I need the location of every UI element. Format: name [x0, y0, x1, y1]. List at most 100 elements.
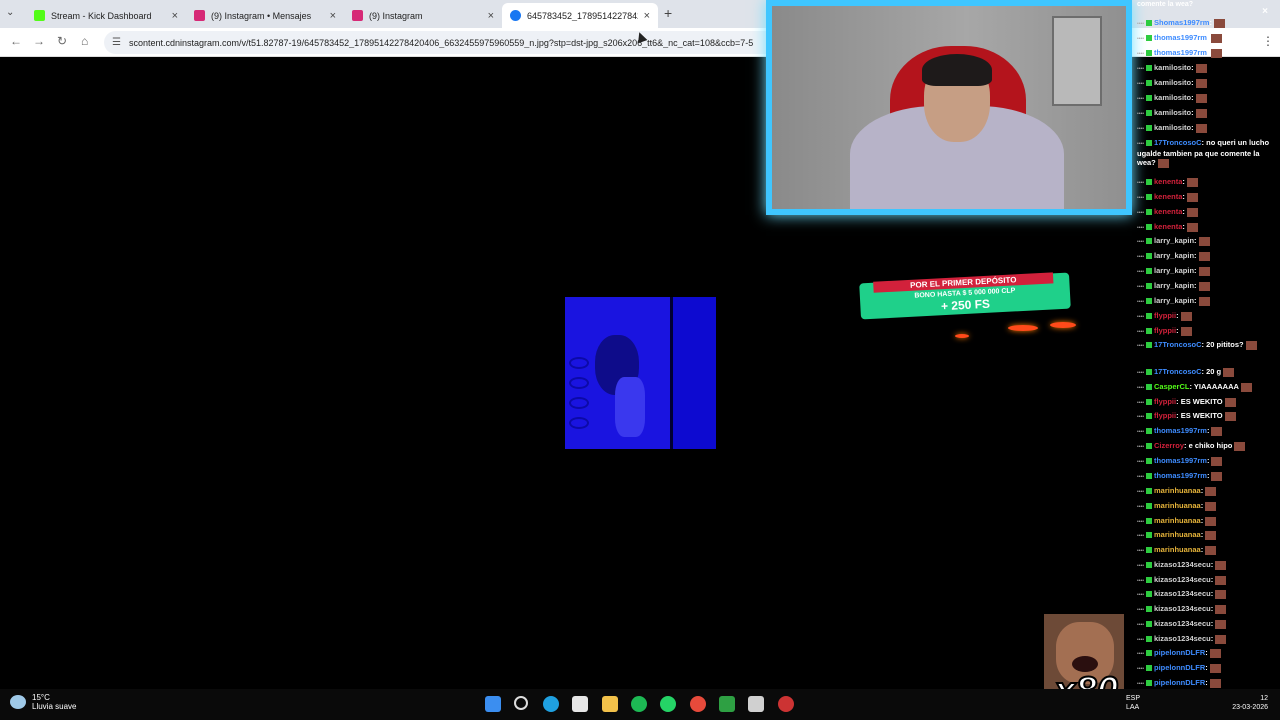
badge-icon — [1146, 20, 1153, 27]
chat-username[interactable]: kizaso1234secu — [1154, 560, 1211, 569]
chat-username[interactable]: flyppii — [1154, 397, 1176, 406]
emote-icon — [1195, 108, 1207, 118]
tab-instagram-mensajes[interactable]: (9) Instagram • Mensajes × — [186, 3, 344, 28]
chat-username[interactable]: kizaso1234secu — [1154, 589, 1211, 598]
chat-message: •••• kamilosito: — [1137, 93, 1277, 104]
chrome-icon[interactable] — [690, 696, 706, 712]
chat-username[interactable]: Shomas1997rm — [1154, 18, 1209, 27]
chat-message: •••• marinhuanaa: — [1137, 545, 1277, 556]
xbox-icon[interactable] — [719, 696, 735, 712]
chat-username[interactable]: kizaso1234secu — [1154, 575, 1211, 584]
chat-username[interactable]: marinhuanaa — [1154, 486, 1201, 495]
new-tab-button[interactable]: + — [664, 5, 672, 21]
chat-username[interactable]: thomas1997rm — [1154, 471, 1207, 480]
chat-username[interactable]: kamilosito — [1154, 93, 1191, 102]
close-icon[interactable]: × — [644, 10, 650, 22]
url-input[interactable] — [128, 37, 789, 48]
chat-username[interactable]: marinhuanaa — [1154, 501, 1201, 510]
close-icon[interactable]: × — [1262, 6, 1268, 17]
close-icon[interactable]: × — [172, 10, 178, 22]
tab-instagram[interactable]: (9) Instagram × — [344, 3, 502, 28]
kick-icon — [34, 10, 45, 21]
language-indicator[interactable]: ESP LAA — [1126, 694, 1140, 712]
chat-username[interactable]: kizaso1234secu — [1154, 619, 1211, 628]
tab-kick-dashboard[interactable]: Stream - Kick Dashboard × — [26, 3, 186, 28]
chat-text: : — [1191, 108, 1194, 117]
chat-text: : — [1206, 471, 1210, 480]
address-bar[interactable]: ☰ — [104, 31, 804, 54]
chat-username[interactable]: Cizerroy — [1154, 441, 1184, 450]
chat-username[interactable]: 17TroncosoC — [1154, 340, 1202, 349]
facebook-icon — [510, 10, 521, 21]
chat-text: : — [1182, 207, 1185, 216]
chat-username[interactable]: marinhuanaa — [1154, 516, 1201, 525]
reload-icon[interactable]: ↻ — [57, 34, 67, 48]
close-icon[interactable]: × — [488, 10, 494, 22]
tab-image[interactable]: 645783452_1789514227842040 × — [502, 3, 658, 28]
weather-widget[interactable]: 15°C Lluvia suave — [10, 693, 76, 711]
chat-text: : — [1206, 33, 1210, 42]
badge-icon — [1146, 369, 1153, 376]
chat-username[interactable]: larry_kapin — [1154, 281, 1194, 290]
chat-username[interactable]: kenenta — [1154, 177, 1182, 186]
chat-username[interactable]: flyppii — [1154, 326, 1176, 335]
chat-username[interactable]: 17TroncosoC — [1154, 138, 1202, 147]
home-icon[interactable]: ⌂ — [81, 34, 88, 48]
tab-title: (9) Instagram — [369, 10, 423, 21]
chat-username[interactable]: pipelonnDLFR — [1154, 678, 1205, 687]
chat-username[interactable]: 17TroncosoC — [1154, 367, 1202, 376]
tab-search-icon[interactable]: ⌄ — [6, 7, 14, 18]
chat-username[interactable]: flyppii — [1154, 411, 1176, 420]
chat-username[interactable]: thomas1997rm — [1154, 48, 1207, 57]
close-icon[interactable]: × — [330, 10, 336, 22]
chat-username[interactable]: larry_kapin — [1154, 236, 1194, 245]
edge-icon[interactable] — [543, 696, 559, 712]
chat-username[interactable]: larry_kapin — [1154, 296, 1194, 305]
emote-icon — [1198, 266, 1210, 276]
chat-username[interactable]: kenenta — [1154, 207, 1182, 216]
chat-username[interactable]: pipelonnDLFR — [1154, 648, 1205, 657]
chat-text: : — [1191, 63, 1194, 72]
chat-username[interactable]: pipelonnDLFR — [1154, 663, 1205, 672]
forward-icon[interactable]: → — [33, 34, 45, 48]
chat-username[interactable]: kamilosito — [1154, 108, 1191, 117]
site-info-icon[interactable]: ☰ — [112, 37, 121, 48]
chat-username[interactable]: kizaso1234secu — [1154, 604, 1211, 613]
chat-username[interactable]: thomas1997rm — [1154, 426, 1207, 435]
instagram-image[interactable] — [565, 297, 716, 449]
chat-username[interactable]: larry_kapin — [1154, 266, 1194, 275]
spotify-icon[interactable] — [631, 696, 647, 712]
app-icon[interactable] — [748, 696, 764, 712]
chat-username[interactable]: thomas1997rm — [1154, 33, 1207, 42]
chat-timestamp: •••• — [1137, 592, 1145, 598]
chat-text: : — [1200, 486, 1204, 495]
chat-username[interactable]: marinhuanaa — [1154, 545, 1201, 554]
chat-username[interactable]: kamilosito — [1154, 123, 1191, 132]
chat-username[interactable]: marinhuanaa — [1154, 530, 1201, 539]
store-icon[interactable] — [572, 696, 588, 712]
chat-username[interactable]: kenenta — [1154, 222, 1182, 231]
chat-message: •••• CasperCL: YIAAAAAAA — [1137, 382, 1277, 393]
file-explorer-icon[interactable] — [602, 696, 618, 712]
recording-icon[interactable] — [778, 696, 794, 712]
chat-message: •••• flyppii: — [1137, 311, 1277, 322]
badge-icon — [1146, 342, 1153, 349]
back-icon[interactable]: ← — [10, 34, 22, 48]
emote-icon — [1186, 222, 1198, 232]
whatsapp-icon[interactable] — [660, 696, 676, 712]
chat-username[interactable]: kizaso1234secu — [1154, 634, 1211, 643]
windows-start-icon[interactable] — [485, 696, 501, 712]
chat-username[interactable]: larry_kapin — [1154, 251, 1194, 260]
search-icon[interactable] — [514, 696, 528, 710]
tab-title: 645783452_1789514227842040 — [527, 10, 638, 21]
chat-username[interactable]: flyppii — [1154, 311, 1176, 320]
chat-username[interactable]: CasperCL — [1154, 382, 1189, 391]
chat-username[interactable]: thomas1997rm — [1154, 456, 1207, 465]
chat-timestamp: •••• — [1137, 284, 1145, 290]
chat-message: •••• kenenta: — [1137, 192, 1277, 203]
chat-username[interactable]: kenenta — [1154, 192, 1182, 201]
chat-username[interactable]: kamilosito — [1154, 78, 1191, 87]
badge-icon — [1146, 95, 1153, 102]
clock[interactable]: 12 23-03-2026 — [1228, 694, 1268, 712]
chat-username[interactable]: kamilosito — [1154, 63, 1191, 72]
